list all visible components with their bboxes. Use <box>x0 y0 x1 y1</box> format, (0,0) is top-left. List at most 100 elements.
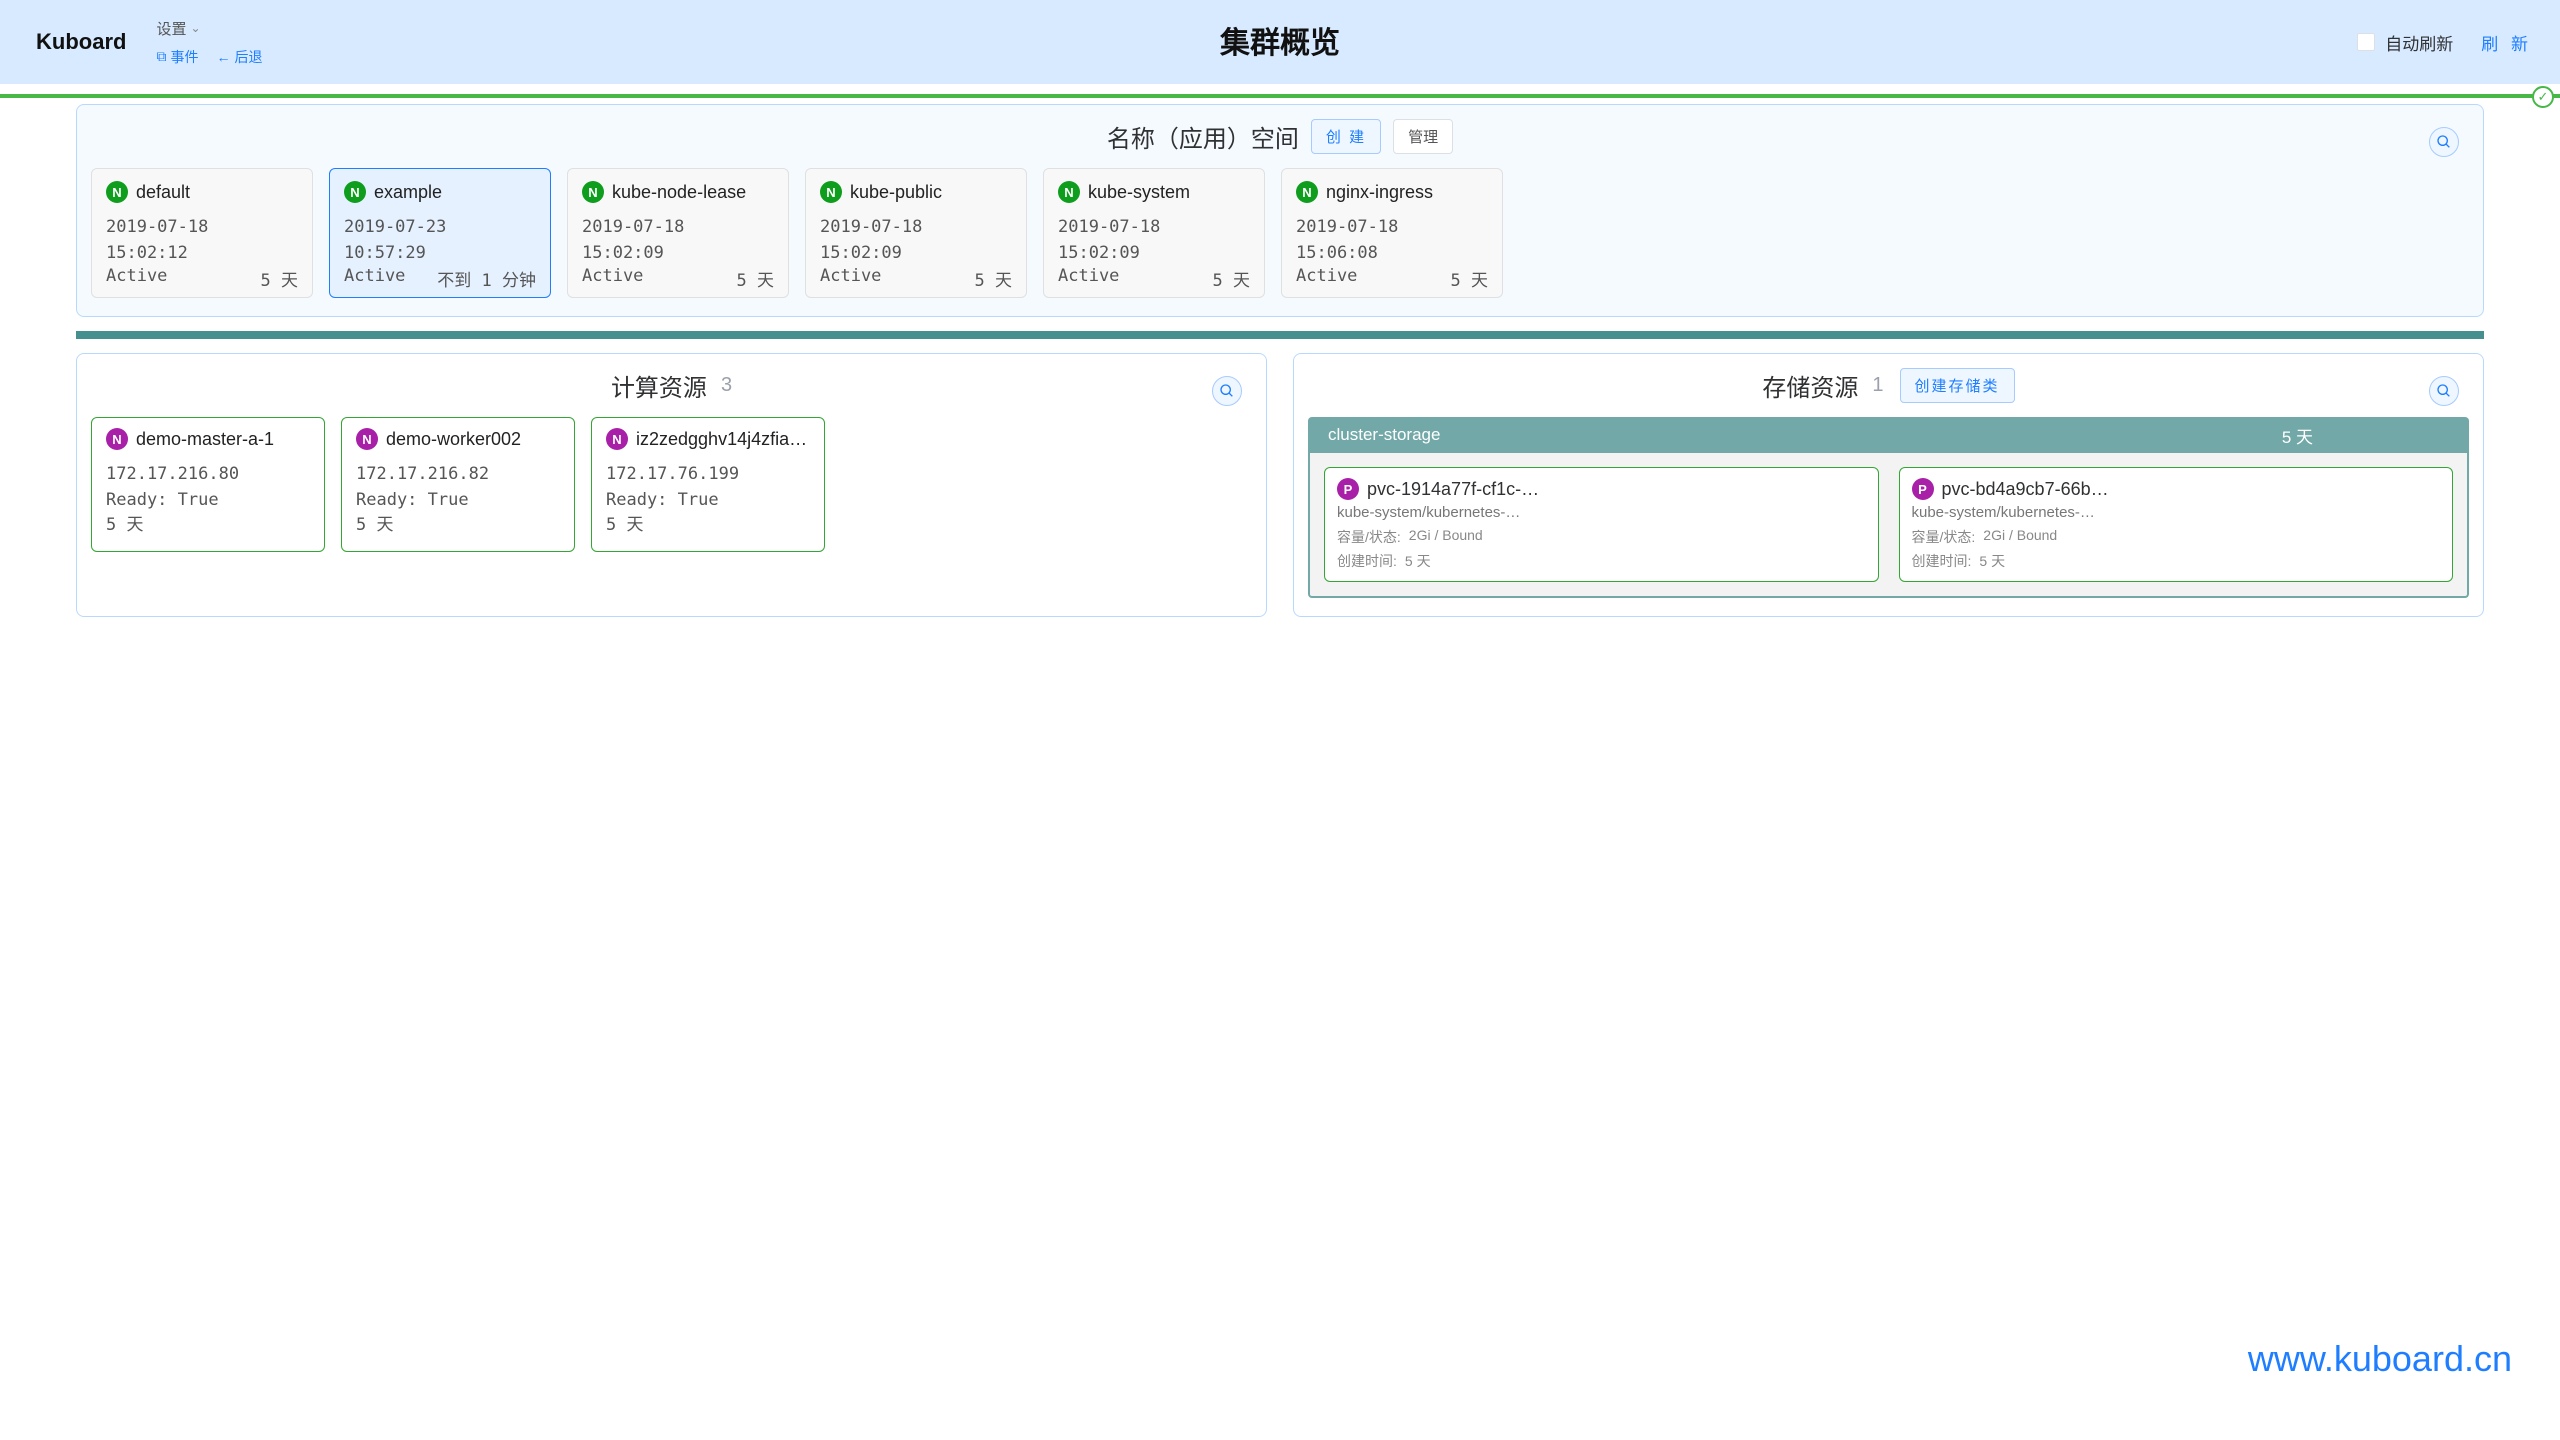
node-name: iz2zedgghv14j4zfia… <box>636 429 807 450</box>
namespaces-panel: 名称（应用）空间 创 建 管理 Ndefault 2019-07-18 15:0… <box>76 104 2484 317</box>
pvc-badge-icon: P <box>1912 478 1934 500</box>
pvc-namespace: kube-system/kubernetes-… <box>1337 504 1866 521</box>
node-card[interactable]: Ndemo-worker002 172.17.216.82 Ready: Tru… <box>341 417 575 552</box>
node-badge-icon: N <box>356 428 378 450</box>
namespace-timestamp: 2019-07-18 15:02:09 <box>582 215 774 266</box>
namespace-badge-icon: N <box>1058 181 1080 203</box>
compute-panel: 计算资源 3 Ndemo-master-a-1 172.17.216.80 Re… <box>76 353 1267 617</box>
node-ip: 172.17.216.82 <box>356 462 560 488</box>
namespace-name: example <box>374 182 442 203</box>
node-ready: Ready: True <box>356 488 560 514</box>
auto-refresh-toggle[interactable]: 自动刷新 <box>2357 30 2453 55</box>
namespace-age: 不到 1 分钟 <box>437 266 536 291</box>
namespace-badge-icon: N <box>1296 181 1318 203</box>
search-icon[interactable] <box>2429 376 2459 406</box>
namespace-card[interactable]: Ndefault 2019-07-18 15:02:12 Active 5 天 <box>91 168 313 298</box>
storage-class-name: cluster-storage <box>1328 425 1440 445</box>
node-card[interactable]: Niz2zedgghv14j4zfia… 172.17.76.199 Ready… <box>591 417 825 552</box>
capacity-label: 容量/状态: <box>1337 527 1401 547</box>
checkbox-icon[interactable] <box>2357 33 2375 51</box>
watermark: www.kuboard.cn <box>2248 1338 2512 1380</box>
settings-dropdown[interactable]: 设置⌄ <box>156 18 262 39</box>
back-link[interactable]: ←后退 <box>216 47 262 67</box>
node-ip: 172.17.216.80 <box>106 462 310 488</box>
namespace-name: nginx-ingress <box>1326 182 1433 203</box>
namespace-status: Active <box>344 266 405 291</box>
node-name: demo-worker002 <box>386 429 521 450</box>
namespace-timestamp: 2019-07-18 15:02:09 <box>1058 215 1250 266</box>
namespace-age: 5 天 <box>975 266 1012 291</box>
namespace-name: kube-node-lease <box>612 182 746 203</box>
external-icon: ⧉ <box>156 48 166 65</box>
namespace-card[interactable]: Nkube-node-lease 2019-07-18 15:02:09 Act… <box>567 168 789 298</box>
namespaces-title: 名称（应用）空间 <box>1107 119 1299 154</box>
compute-title: 计算资源 <box>611 368 707 403</box>
create-namespace-button[interactable]: 创 建 <box>1311 119 1381 154</box>
compute-count: 3 <box>721 374 732 397</box>
namespace-timestamp: 2019-07-23 10:57:29 <box>344 215 536 266</box>
namespace-timestamp: 2019-07-18 15:02:09 <box>820 215 1012 266</box>
namespace-card[interactable]: Nkube-public 2019-07-18 15:02:09 Active 5… <box>805 168 1027 298</box>
search-icon[interactable] <box>2429 127 2459 157</box>
namespace-badge-icon: N <box>106 181 128 203</box>
check-circle-icon: ✓ <box>2532 86 2554 108</box>
namespace-status: Active <box>1058 266 1119 291</box>
header: Kuboard 设置⌄ ⧉事件 ←后退 集群概览 自动刷新 刷 新 <box>0 0 2560 84</box>
namespace-age: 5 天 <box>1213 266 1250 291</box>
namespace-name: kube-public <box>850 182 942 203</box>
namespace-badge-icon: N <box>820 181 842 203</box>
node-age: 5 天 <box>606 513 810 539</box>
manage-namespace-button[interactable]: 管理 <box>1393 119 1453 154</box>
namespace-badge-icon: N <box>344 181 366 203</box>
node-badge-icon: N <box>606 428 628 450</box>
pvc-age: 5 天 <box>1405 551 1431 571</box>
created-label: 创建时间: <box>1337 551 1397 571</box>
namespace-age: 5 天 <box>737 266 774 291</box>
chevron-down-icon: ⌄ <box>190 21 200 35</box>
namespace-age: 5 天 <box>1451 266 1488 291</box>
divider <box>76 331 2484 339</box>
namespace-status: Active <box>582 266 643 291</box>
pvc-name: pvc-bd4a9cb7-66b… <box>1942 479 2109 500</box>
status-bar <box>0 94 2560 98</box>
logo: Kuboard <box>36 29 126 55</box>
namespace-timestamp: 2019-07-18 15:02:12 <box>106 215 298 266</box>
namespace-status: Active <box>1296 266 1357 291</box>
pvc-card[interactable]: Ppvc-1914a77f-cf1c-… kube-system/kuberne… <box>1324 467 1879 582</box>
storage-class-header[interactable]: cluster-storage 5 天 <box>1308 417 2469 453</box>
node-card[interactable]: Ndemo-master-a-1 172.17.216.80 Ready: Tr… <box>91 417 325 552</box>
storage-class-age: 5 天 <box>2282 423 2313 448</box>
capacity-label: 容量/状态: <box>1912 527 1976 547</box>
storage-title: 存储资源 <box>1762 368 1858 403</box>
node-badge-icon: N <box>106 428 128 450</box>
storage-panel: 存储资源 1 创建存储类 cluster-storage 5 天 Ppvc-19… <box>1293 353 2484 617</box>
node-age: 5 天 <box>356 513 560 539</box>
namespace-name: kube-system <box>1088 182 1190 203</box>
namespace-age: 5 天 <box>261 266 298 291</box>
storage-count: 1 <box>1872 374 1883 397</box>
pvc-capacity: 2Gi / Bound <box>1983 527 2057 547</box>
pvc-capacity: 2Gi / Bound <box>1409 527 1483 547</box>
refresh-button[interactable]: 刷 新 <box>2481 30 2532 55</box>
pvc-name: pvc-1914a77f-cf1c-… <box>1367 479 1539 500</box>
create-storage-button[interactable]: 创建存储类 <box>1900 368 2015 403</box>
pvc-badge-icon: P <box>1337 478 1359 500</box>
header-nav: 设置⌄ ⧉事件 ←后退 <box>156 18 262 67</box>
node-name: demo-master-a-1 <box>136 429 274 450</box>
search-icon[interactable] <box>1212 376 1242 406</box>
namespace-status: Active <box>106 266 167 291</box>
namespace-card[interactable]: Nkube-system 2019-07-18 15:02:09 Active 5… <box>1043 168 1265 298</box>
pvc-namespace: kube-system/kubernetes-… <box>1912 504 2441 521</box>
node-ip: 172.17.76.199 <box>606 462 810 488</box>
arrow-left-icon: ← <box>216 49 230 65</box>
node-ready: Ready: True <box>606 488 810 514</box>
namespace-card[interactable]: Nexample 2019-07-23 10:57:29 Active 不到 1 … <box>329 168 551 298</box>
node-ready: Ready: True <box>106 488 310 514</box>
namespace-card[interactable]: Nnginx-ingress 2019-07-18 15:06:08 Activ… <box>1281 168 1503 298</box>
namespace-name: default <box>136 182 190 203</box>
namespace-badge-icon: N <box>582 181 604 203</box>
namespace-status: Active <box>820 266 881 291</box>
namespace-timestamp: 2019-07-18 15:06:08 <box>1296 215 1488 266</box>
pvc-card[interactable]: Ppvc-bd4a9cb7-66b… kube-system/kubernete… <box>1899 467 2454 582</box>
events-link[interactable]: ⧉事件 <box>156 47 198 67</box>
